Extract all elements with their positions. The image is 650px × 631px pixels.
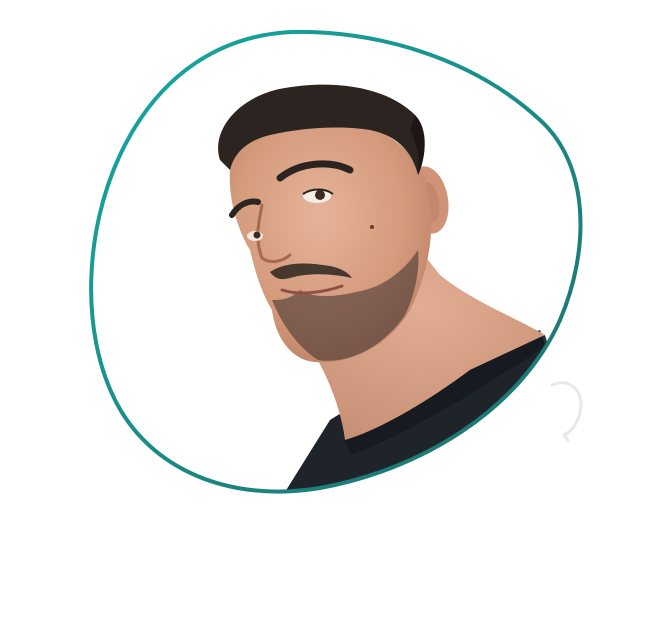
profile-photo-container [0,0,650,631]
faint-decor-curve [550,381,583,442]
profile-photo [89,29,583,494]
mole [370,225,374,229]
photo-content [91,31,581,492]
